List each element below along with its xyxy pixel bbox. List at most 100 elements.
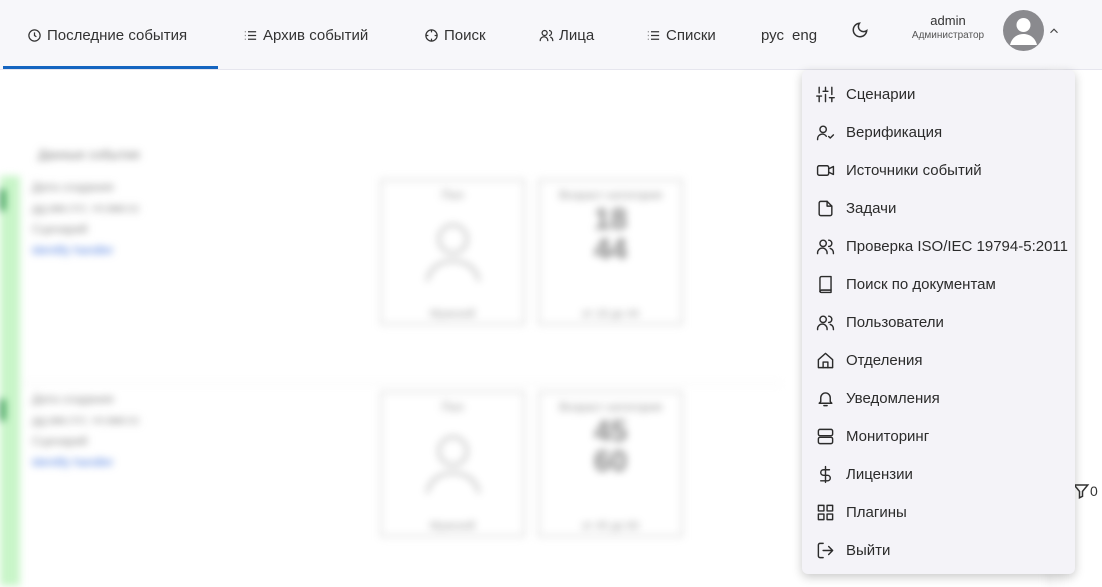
tab-faces[interactable]: Лица (539, 0, 594, 70)
user-name: admin (930, 13, 966, 28)
event-date: дд.мм.гггг, чч:мм:сс (32, 201, 140, 215)
user-avatar-icon (1010, 18, 1037, 45)
menu-item-iso-check[interactable]: Проверка ISO/IEC 19794-5:2011 (802, 227, 1075, 265)
sliders-icon (816, 86, 835, 102)
menu-item-document-search[interactable]: Поиск по документам (802, 265, 1075, 303)
tab-faces-label: Лица (559, 26, 595, 44)
event-scenario-link[interactable]: identify handler (32, 240, 140, 261)
gender-card: Пол Мужской (380, 391, 525, 537)
menu-item-tasks[interactable]: Задачи (802, 189, 1075, 227)
users-icon (816, 238, 835, 254)
menu-item-label: Выйти (846, 541, 891, 559)
tab-search[interactable]: Поиск (424, 0, 486, 70)
event-scenario-link[interactable]: identify handler (32, 452, 140, 473)
menu-item-notifications[interactable]: Уведомления (802, 379, 1075, 417)
tab-recent-events-label: Последние события (47, 26, 188, 44)
menu-item-scenarios[interactable]: Сценарии (802, 75, 1075, 113)
video-icon (816, 164, 835, 176)
menu-item-label: Лицензии (846, 465, 913, 483)
divider (22, 383, 782, 384)
menu-item-label: Верификация (846, 123, 943, 141)
age-label: Возраст категория (559, 400, 662, 414)
list-icon (244, 30, 257, 40)
event-date-label: Дата создания (32, 392, 114, 406)
face-placeholder-icon (421, 425, 485, 495)
gender-label: Пол (441, 188, 464, 202)
face-placeholder-icon (421, 213, 485, 283)
chevron-up-icon (1050, 28, 1058, 34)
tab-search-label: Поиск (444, 26, 486, 44)
menu-item-label: Уведомления (846, 389, 940, 407)
age-label: Возраст категория (559, 188, 662, 202)
theme-toggle-button[interactable] (851, 21, 869, 39)
tab-lists[interactable]: Списки (646, 0, 716, 70)
lang-ru-button[interactable]: рус (761, 27, 784, 44)
section-title: Данные события (38, 147, 140, 162)
logout-icon (817, 542, 834, 558)
menu-item-label: Отделения (846, 351, 923, 369)
user-role: Администратор (911, 30, 985, 41)
avatar[interactable] (1003, 10, 1044, 51)
moon-icon (852, 22, 868, 38)
book-icon (819, 275, 832, 293)
menu-item-label: Сценарии (846, 85, 916, 103)
menu-item-plugins[interactable]: Плагины (802, 493, 1075, 531)
event-scenario-label: Сценарий (32, 434, 88, 448)
tab-lists-label: Списки (666, 26, 716, 44)
age-to: 44 (593, 233, 628, 266)
dollar-icon (820, 465, 831, 483)
users-icon (816, 314, 835, 330)
age-from: 18 (593, 203, 628, 236)
menu-item-verification[interactable]: Верификация (802, 113, 1075, 151)
tab-events-archive[interactable]: Архив событий (243, 0, 368, 70)
home-icon (817, 352, 834, 368)
menu-item-monitoring[interactable]: Мониторинг (802, 417, 1075, 455)
gender-value: Мужской (430, 308, 475, 320)
clock-icon (28, 28, 41, 42)
grid-icon (817, 504, 834, 520)
menu-item-users[interactable]: Пользователи (802, 303, 1075, 341)
gender-card: Пол Мужской (380, 179, 525, 325)
menu-item-label: Источники событий (846, 161, 982, 179)
list-icon (647, 30, 660, 40)
menu-item-label: Поиск по документам (846, 275, 996, 293)
user-info[interactable]: admin Администратор (900, 13, 996, 43)
event-status-marker (0, 189, 5, 211)
server-icon (817, 428, 834, 444)
user-menu-toggle[interactable] (1047, 24, 1061, 38)
menu-item-label: Мониторинг (846, 427, 930, 445)
menu-item-logout[interactable]: Выйти (802, 531, 1075, 569)
tab-events-archive-label: Архив событий (263, 26, 369, 44)
age-card: Возраст категория 45 60 от 45 до 60 (538, 391, 683, 537)
menu-item-licenses[interactable]: Лицензии (802, 455, 1075, 493)
menu-item-label: Задачи (846, 199, 897, 217)
event-date-label: Дата создания (32, 180, 114, 194)
age-range: от 45 до 60 (581, 520, 640, 532)
event-scenario-label: Сценарий (32, 222, 88, 236)
user-dropdown-menu: Сценарии Верификация Источники событий З… (802, 70, 1075, 574)
age-from: 45 (593, 415, 628, 448)
event-date: дд.мм.гггг, чч:мм:сс (32, 413, 140, 427)
target-icon (425, 28, 438, 42)
bell-icon (818, 391, 833, 406)
event-info: Дата создания дд.мм.гггг, чч:мм:сс Сцена… (32, 389, 140, 473)
filter-button[interactable]: 0 (1072, 482, 1098, 500)
event-info: Дата создания дд.мм.гггг, чч:мм:сс Сцена… (32, 177, 140, 261)
menu-item-event-sources[interactable]: Источники событий (802, 151, 1075, 189)
age-range: от 18 до 44 (581, 308, 640, 320)
tab-recent-events[interactable]: Последние события (27, 0, 187, 70)
active-tab-indicator (3, 66, 218, 69)
top-navigation-bar: Последние события Архив событий Поиск Ли… (0, 0, 1102, 70)
filter-count: 0 (1090, 483, 1098, 499)
gender-label: Пол (441, 400, 464, 414)
menu-item-label: Проверка ISO/IEC 19794-5:2011 (846, 237, 1069, 255)
lang-en-button[interactable]: eng (792, 27, 817, 44)
menu-item-label: Пользователи (846, 313, 944, 331)
menu-item-departments[interactable]: Отделения (802, 341, 1075, 379)
users-icon (539, 29, 554, 41)
gender-value: Мужской (430, 520, 475, 532)
event-status-marker (0, 399, 5, 421)
file-icon (818, 200, 833, 216)
age-card: Возраст категория 18 44 от 18 до 44 (538, 179, 683, 325)
menu-item-label: Плагины (846, 503, 907, 521)
